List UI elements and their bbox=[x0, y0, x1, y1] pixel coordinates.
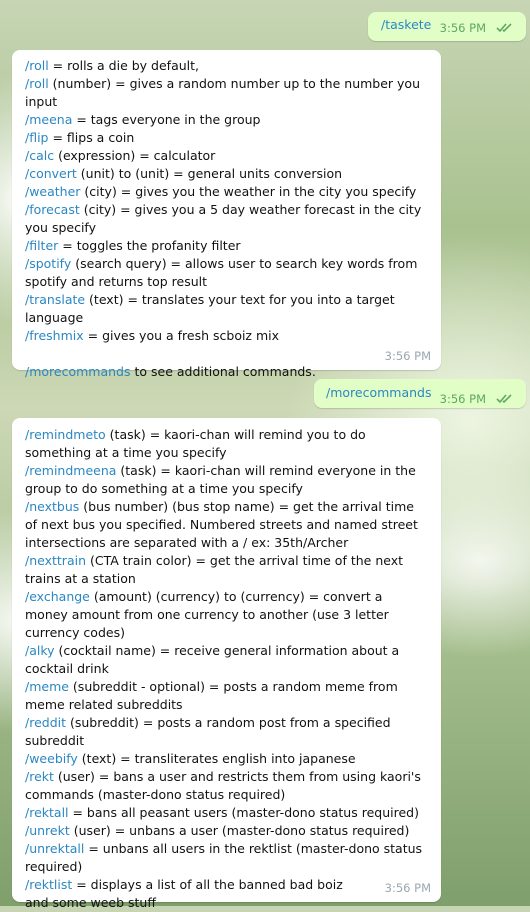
command-entry: /roll = rolls a die by default, bbox=[25, 57, 429, 75]
command-link[interactable]: /roll bbox=[25, 76, 49, 91]
command-description: (text) = transliterates english into jap… bbox=[77, 751, 356, 766]
command-entry: /unrektall = unbans all users in the rek… bbox=[25, 840, 429, 876]
outgoing-message-taskete[interactable]: /taskete 3:56 PM bbox=[368, 12, 526, 41]
command-link[interactable]: /meena bbox=[25, 112, 72, 127]
message-time: 3:56 PM bbox=[439, 392, 486, 406]
command-link[interactable]: /rektall bbox=[25, 805, 69, 820]
command-link[interactable]: /spotify bbox=[25, 256, 71, 271]
message-time: 3:56 PM bbox=[384, 881, 431, 895]
command-entry: /roll (number) = gives a random number u… bbox=[25, 75, 429, 111]
command-link[interactable]: /freshmix bbox=[25, 328, 84, 343]
command-link[interactable]: /weebify bbox=[25, 751, 78, 766]
command-link[interactable]: /alky bbox=[25, 643, 55, 658]
command-entry: /nexttrain (CTA train color) = get the a… bbox=[25, 552, 429, 588]
command-entry: /weather (city) = gives you the weather … bbox=[25, 183, 429, 201]
command-link[interactable]: /rekt bbox=[25, 769, 54, 784]
command-link[interactable]: /roll bbox=[25, 58, 49, 73]
command-description: and some weeb stuff bbox=[25, 895, 156, 910]
command-entry: and some weeb stuff bbox=[25, 894, 429, 912]
command-link[interactable]: /nexttrain bbox=[25, 553, 86, 568]
command-link[interactable]: /forecast bbox=[25, 202, 80, 217]
command-description: = tags everyone in the group bbox=[72, 112, 261, 127]
command-entry: /reddit (subreddit) = posts a random pos… bbox=[25, 714, 429, 750]
command-description: (search query) = allows user to search k… bbox=[25, 256, 418, 289]
command-entry: /unrekt (user) = unbans a user (master-d… bbox=[25, 822, 429, 840]
command-entry: /spotify (search query) = allows user to… bbox=[25, 255, 429, 291]
message-time: 3:56 PM bbox=[439, 21, 486, 35]
command-link[interactable]: /weather bbox=[25, 184, 80, 199]
command-entry: /flip = flips a coin bbox=[25, 129, 429, 147]
double-check-icon bbox=[496, 394, 512, 404]
message-time: 3:56 PM bbox=[384, 349, 431, 363]
command-link[interactable]: /flip bbox=[25, 130, 49, 145]
message-body: /roll = rolls a die by default,/roll (nu… bbox=[25, 57, 429, 381]
command-description: (user) = unbans a user (master-dono stat… bbox=[69, 823, 410, 838]
command-description: (city) = gives you a 5 day weather forec… bbox=[25, 202, 422, 235]
command-description: = toggles the profanity filter bbox=[58, 238, 241, 253]
command-description: (expression) = calculator bbox=[54, 148, 216, 163]
command-entry: /nextbus (bus number) (bus stop name) = … bbox=[25, 498, 429, 552]
command-link[interactable]: /remindmeto bbox=[25, 427, 106, 442]
command-link[interactable]: /unrektall bbox=[25, 841, 84, 856]
command-description: (subreddit) = posts a random post from a… bbox=[25, 715, 391, 748]
command-link[interactable]: /meme bbox=[25, 679, 69, 694]
outgoing-message-morecommands[interactable]: /morecommands 3:56 PM bbox=[314, 379, 526, 408]
command-link[interactable]: /reddit bbox=[25, 715, 66, 730]
command-entry: /filter = toggles the profanity filter bbox=[25, 237, 429, 255]
command-entry: /weebify (text) = transliterates english… bbox=[25, 750, 429, 768]
command-description: = bans all peasant users (master-dono st… bbox=[68, 805, 419, 820]
command-description: (number) = gives a random number up to t… bbox=[25, 76, 420, 109]
incoming-message-command-list: /roll = rolls a die by default,/roll (nu… bbox=[12, 50, 441, 379]
command-link[interactable]: /convert bbox=[25, 166, 77, 181]
command-link[interactable]: /exchange bbox=[25, 589, 90, 604]
command-description: (city) = gives you the weather in the ci… bbox=[80, 184, 417, 199]
command-entry: /freshmix = gives you a fresh scboiz mix bbox=[25, 327, 429, 345]
command-entry: /remindmeena (task) = kaori-chan will re… bbox=[25, 462, 429, 498]
command-description: (user) = bans a user and restricts them … bbox=[25, 769, 421, 802]
command-entry: /translate (text) = translates your text… bbox=[25, 291, 429, 327]
command-entry: /remindmeto (task) = kaori-chan will rem… bbox=[25, 426, 429, 462]
command-description: to see additional commands. bbox=[130, 364, 316, 379]
command-link[interactable]: /morecommands bbox=[326, 385, 432, 400]
command-link[interactable]: /remindmeena bbox=[25, 463, 116, 478]
command-entry: /convert (unit) to (unit) = general unit… bbox=[25, 165, 429, 183]
command-description: (bus number) (bus stop name) = get the a… bbox=[25, 499, 418, 550]
command-entry: /rekt (user) = bans a user and restricts… bbox=[25, 768, 429, 804]
command-link[interactable]: /translate bbox=[25, 292, 85, 307]
double-check-icon bbox=[496, 23, 512, 33]
command-description: (subreddit - optional) = posts a random … bbox=[25, 679, 398, 712]
command-entry: /alky (cocktail name) = receive general … bbox=[25, 642, 429, 678]
command-description: = flips a coin bbox=[48, 130, 135, 145]
command-entry: /meena = tags everyone in the group bbox=[25, 111, 429, 129]
command-description: (unit) to (unit) = general units convers… bbox=[76, 166, 343, 181]
command-link[interactable]: /nextbus bbox=[25, 499, 79, 514]
message-body: /remindmeto (task) = kaori-chan will rem… bbox=[25, 426, 429, 912]
command-link[interactable]: /filter bbox=[25, 238, 58, 253]
command-description: = displays a list of all the banned bad … bbox=[72, 877, 343, 892]
command-entry: /meme (subreddit - optional) = posts a r… bbox=[25, 678, 429, 714]
command-link[interactable]: /calc bbox=[25, 148, 54, 163]
command-entry: /rektlist = displays a list of all the b… bbox=[25, 876, 429, 894]
command-entry: /calc (expression) = calculator bbox=[25, 147, 429, 165]
command-link[interactable]: /morecommands bbox=[25, 364, 131, 379]
command-link[interactable]: /unrekt bbox=[25, 823, 70, 838]
command-entry: /exchange (amount) (currency) to (curren… bbox=[25, 588, 429, 642]
command-entry: /forecast (city) = gives you a 5 day wea… bbox=[25, 201, 429, 237]
command-description: = rolls a die by default, bbox=[48, 58, 200, 73]
command-description: = gives you a fresh scboiz mix bbox=[83, 328, 280, 343]
command-link[interactable]: /taskete bbox=[381, 17, 431, 32]
command-description: (cocktail name) = receive general inform… bbox=[25, 643, 400, 676]
command-description: = unbans all users in the rektlist (mast… bbox=[25, 841, 423, 874]
command-entry: /rektall = bans all peasant users (maste… bbox=[25, 804, 429, 822]
command-link[interactable]: /rektlist bbox=[25, 877, 72, 892]
incoming-message-more-commands: /remindmeto (task) = kaori-chan will rem… bbox=[12, 418, 441, 910]
